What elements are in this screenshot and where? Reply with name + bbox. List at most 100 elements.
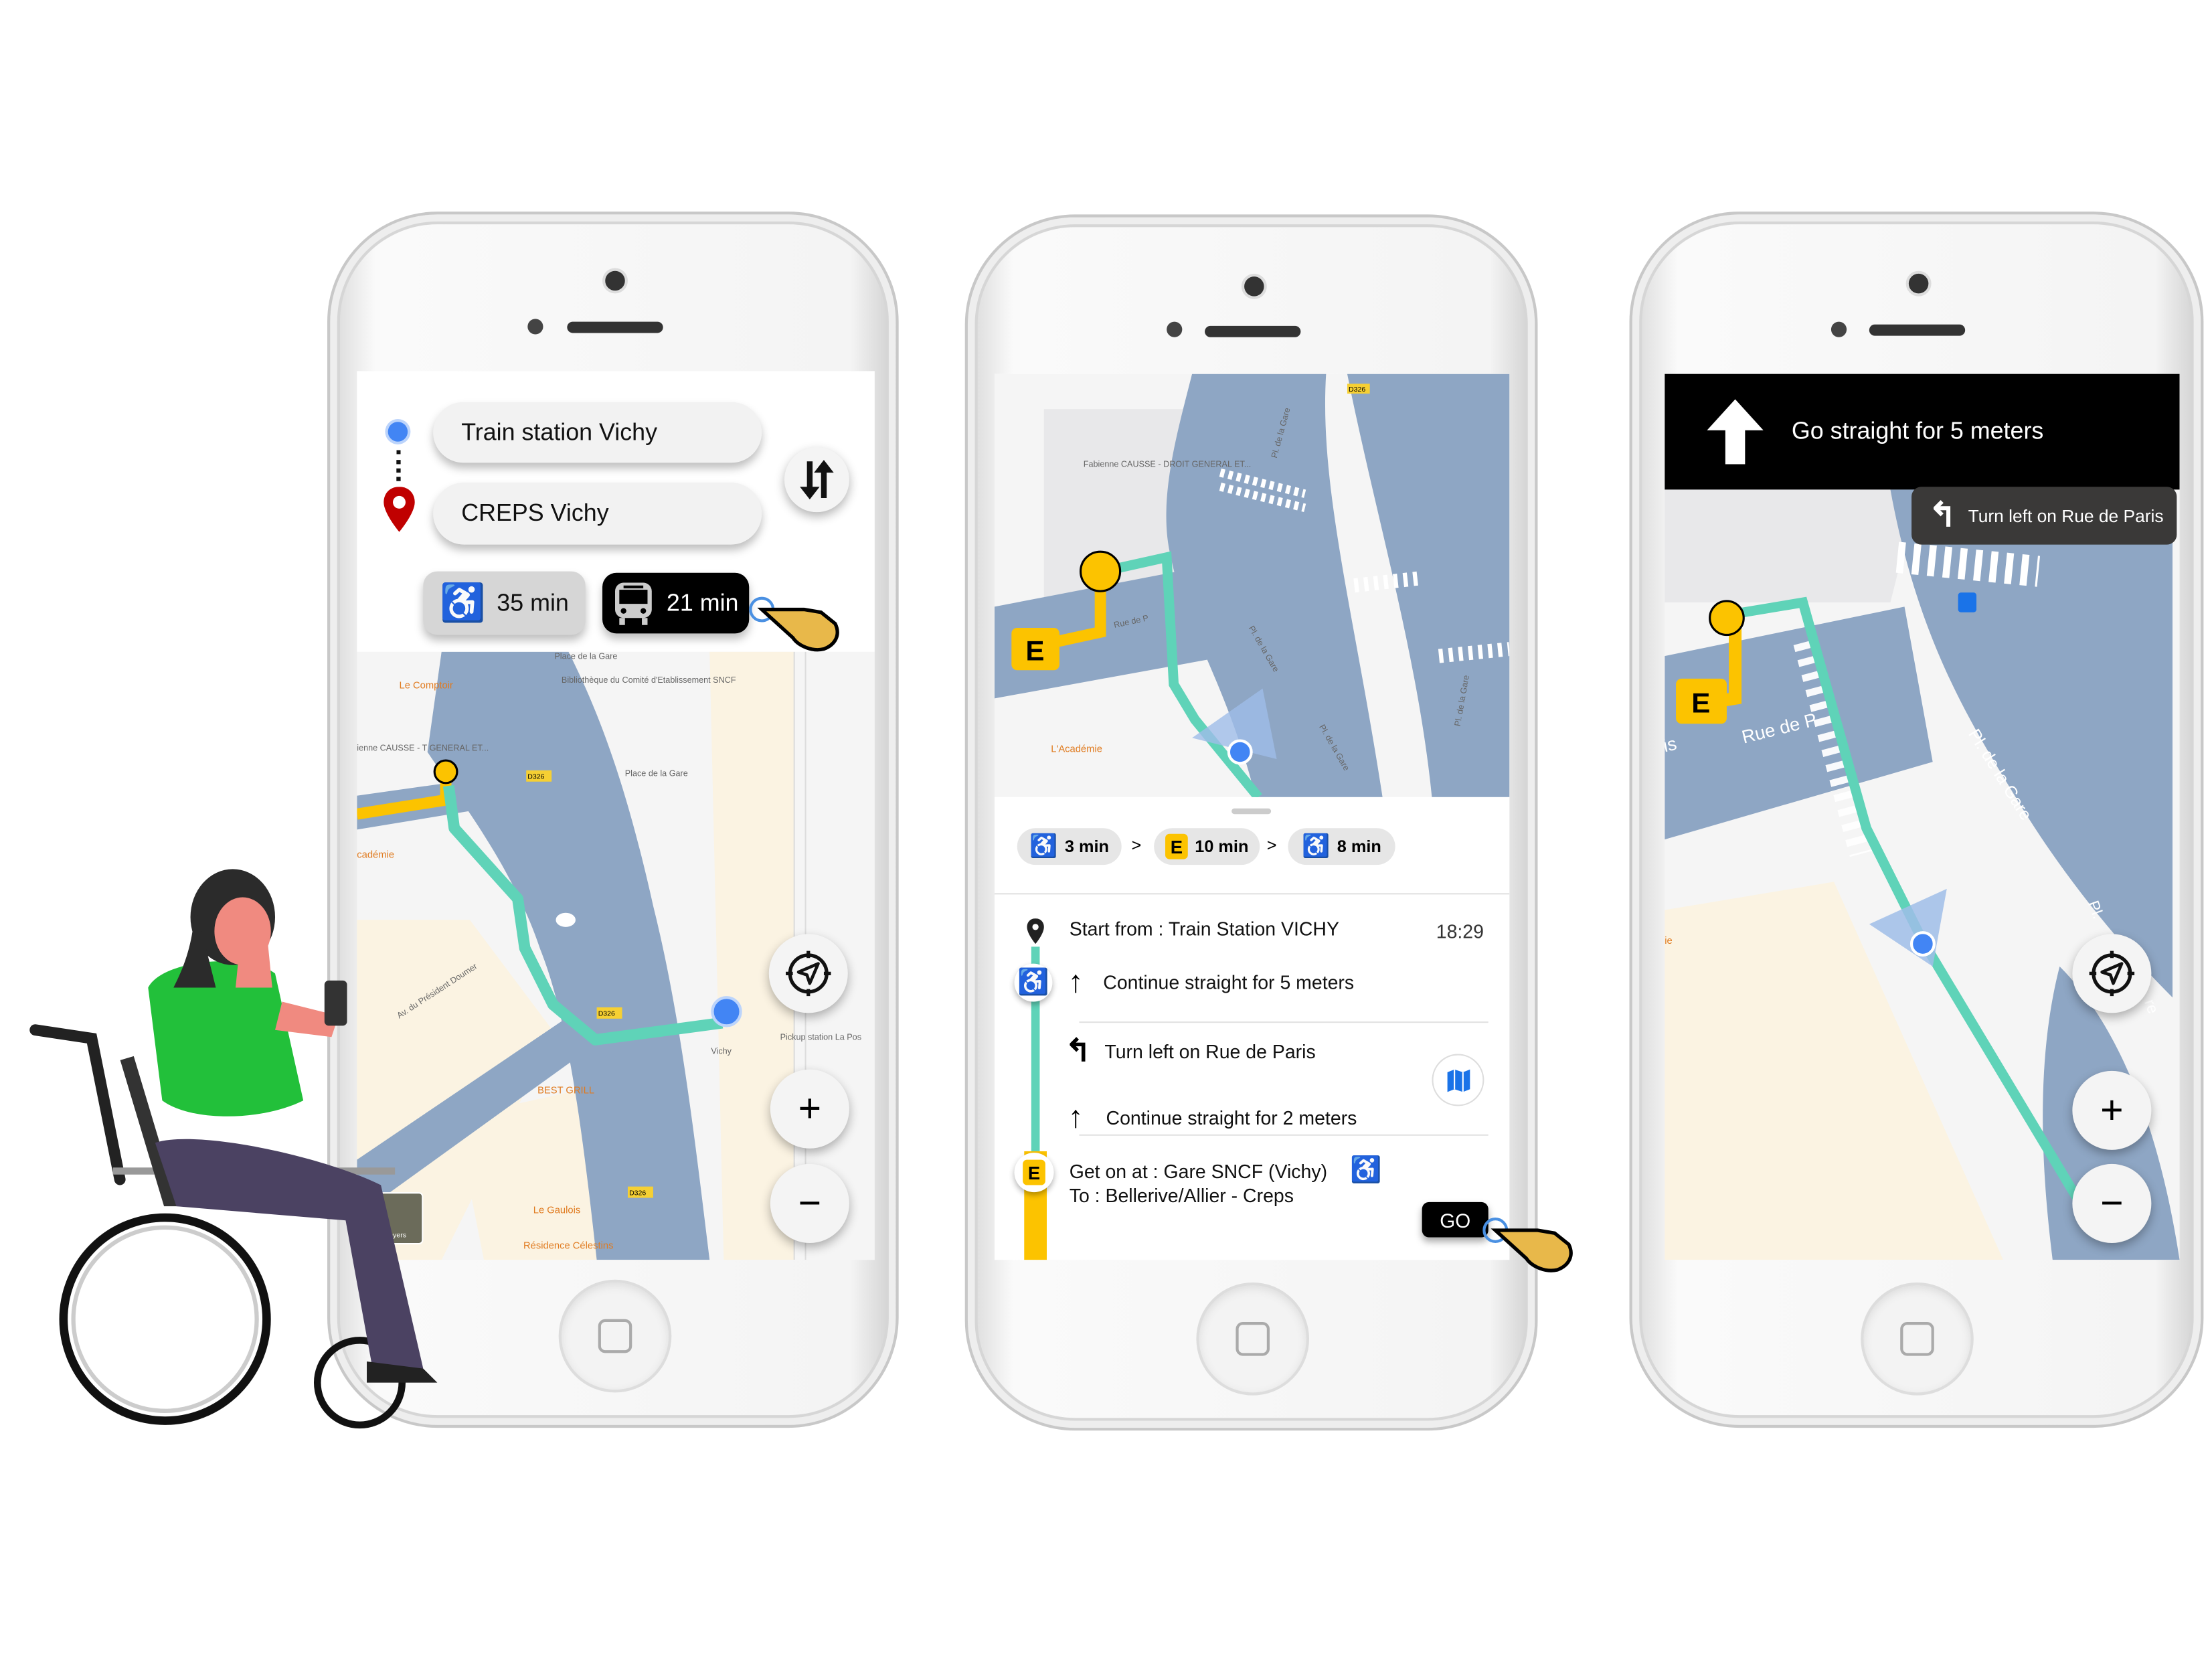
zoom-out-button[interactable]: − [2072, 1163, 2152, 1243]
origin-input[interactable]: Train station Vichy [433, 402, 762, 463]
bus-line-badge: E [1023, 1159, 1045, 1185]
camera [1244, 276, 1264, 297]
map-label: Fabienne CAUSSE - DROIT GENERAL ET... [1084, 460, 1251, 469]
destination-pin-icon [384, 487, 415, 532]
map-label: cadémie [357, 850, 394, 861]
bus-stop-marker: E [1014, 1153, 1054, 1193]
destination-stop-label: To : Bellerive/Allier - Creps [1069, 1185, 1294, 1207]
swap-button[interactable] [784, 447, 849, 513]
wheelchair-user-illustration [29, 869, 438, 1429]
speaker [1869, 324, 1966, 336]
get-on-label: Get on at : Gare SNCF (Vichy) [1069, 1161, 1328, 1183]
camera [1908, 273, 1929, 294]
road-label: D326 [1349, 386, 1365, 394]
home-button[interactable] [1196, 1282, 1310, 1396]
road-label: D326 [598, 1010, 615, 1018]
current-instruction: Go straight for 5 meters [1791, 417, 2044, 444]
front-sensor [1831, 321, 1847, 337]
map-label: Le Comptoir [400, 681, 453, 691]
arrow-up-icon: ↑ [1068, 963, 1084, 999]
summary-chip-bus: E 10 min [1154, 828, 1260, 865]
front-sensor [1167, 321, 1183, 337]
divider [994, 893, 1510, 895]
arrow-up-icon: ↑ [1068, 1098, 1084, 1135]
divider [1079, 1021, 1488, 1023]
mode-wheelchair-button[interactable]: ♿ 35 min [423, 571, 586, 635]
tap-hand-cursor-icon [749, 596, 839, 652]
origin-dot-icon [388, 422, 408, 442]
home-button[interactable] [1861, 1282, 1974, 1396]
location-pin-icon [1027, 918, 1044, 944]
plus-icon: + [2100, 1088, 2124, 1132]
zoom-in-button[interactable]: + [770, 1069, 849, 1149]
summary-chip-walk: ♿ 8 min [1288, 828, 1395, 865]
turn-left-icon: ↰ [1928, 496, 1957, 535]
zoom-out-button[interactable]: − [770, 1163, 849, 1243]
separator: > [1266, 835, 1277, 855]
separator: > [1131, 835, 1142, 855]
map-icon [1446, 1068, 1470, 1092]
sheet-handle[interactable] [1231, 808, 1272, 815]
bus-line-badge: E [1165, 833, 1188, 859]
map-label: Place de la Gare [554, 652, 617, 661]
phone-3-screen: E is Rue de P Pl. de la Gare Pl. re ie G… [1665, 374, 2180, 1260]
show-map-button[interactable] [1432, 1054, 1484, 1106]
step-label: Continue straight for 5 meters [1103, 972, 1355, 993]
itinerary-map[interactable]: E Fabienne CAUSSE - DROIT GENERAL ET... … [994, 374, 1510, 797]
map-label: Résidence Célestins [523, 1240, 613, 1251]
map-label: Place de la Gare [625, 768, 688, 778]
mode-duration: 35 min [497, 589, 569, 616]
road-label: D326 [527, 773, 544, 781]
step-label: Turn left on Rue de Paris [1104, 1041, 1316, 1063]
map-label: Bibliothèque du Comité d'Etablissement S… [562, 675, 736, 685]
recenter-icon [786, 950, 831, 997]
zoom-in-button[interactable]: + [2072, 1070, 2152, 1150]
bus-line-badge: E [1691, 687, 1710, 718]
speaker [1205, 325, 1301, 337]
step-label: Continue straight for 2 meters [1106, 1107, 1357, 1129]
divider [1079, 1134, 1488, 1136]
bus-icon [616, 582, 653, 625]
mode-duration: 21 min [666, 589, 739, 616]
bus-line-badge: E [1025, 635, 1044, 666]
map-label: ienne CAUSSE - T GENERAL ET... [357, 743, 489, 752]
start-time: 18:29 [1436, 921, 1484, 943]
minus-icon: − [798, 1181, 822, 1225]
wheelchair-icon: ♿ [1302, 835, 1331, 859]
wheelchair-icon: ♿ [440, 581, 486, 624]
next-instruction-label: Turn left on Rue de Paris [1968, 505, 2164, 526]
arrow-up-icon [1707, 399, 1764, 465]
summary-chip-walk: ♿ 3 min [1017, 828, 1122, 865]
map-label: Le Gaulois [533, 1206, 581, 1216]
map-label: L'Académie [1051, 744, 1102, 754]
illustration-stage: Train station Vichy CREPS Vichy ♿ 35 min … [0, 0, 2212, 1658]
route-connector [396, 450, 401, 481]
map-label: Pickup station La Pos [780, 1032, 861, 1042]
svg-text:Place de la Gare: Place de la Gare [554, 652, 617, 661]
speaker [567, 321, 663, 333]
start-label: Start from : Train Station VICHY [1069, 918, 1339, 940]
wheelchair-icon: ♿ [1029, 835, 1058, 859]
recenter-button[interactable] [768, 934, 848, 1013]
next-instruction: ↰ Turn left on Rue de Paris [1911, 487, 2177, 545]
tap-hand-cursor-icon [1482, 1218, 1573, 1272]
home-button[interactable] [558, 1279, 672, 1393]
swap-vertical-icon [800, 460, 834, 500]
map-label: ie [1665, 936, 1672, 946]
destination-input[interactable]: CREPS Vichy [433, 482, 762, 545]
camera [605, 270, 625, 291]
turn-left-icon: ↰ [1065, 1032, 1092, 1068]
navigation-banner: Go straight for 5 meters [1665, 374, 2180, 490]
go-button[interactable]: GO [1422, 1201, 1488, 1238]
map-label: BEST GRILL [537, 1086, 594, 1096]
recenter-button[interactable] [2072, 934, 2152, 1013]
wheelchair-icon: ♿ [1350, 1155, 1382, 1184]
minus-icon: − [2100, 1181, 2124, 1225]
plus-icon: + [798, 1086, 822, 1131]
mode-bus-button[interactable]: 21 min [602, 572, 750, 634]
road-label: D326 [629, 1189, 646, 1197]
recenter-icon [2089, 950, 2135, 997]
wheelchair-icon: ♿ [1014, 963, 1053, 1002]
bus-stop-icon [1958, 592, 1977, 612]
phone-2-screen: E Fabienne CAUSSE - DROIT GENERAL ET... … [994, 374, 1510, 1260]
